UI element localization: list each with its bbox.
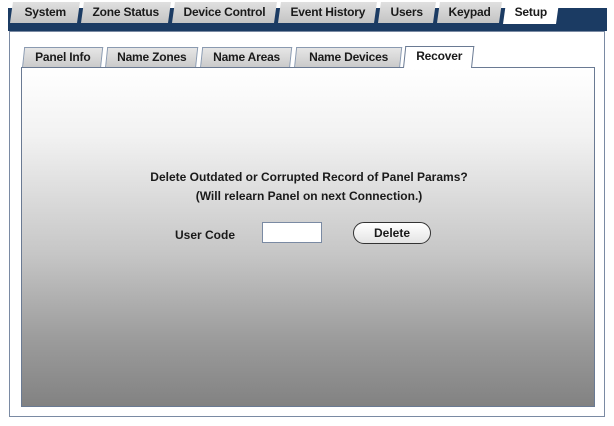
tab-zone-status[interactable]: Zone Status (81, 1, 172, 23)
tab-setup-label: Setup (514, 5, 548, 19)
user-code-input[interactable] (262, 222, 322, 243)
tab-device-control-label: Device Control (183, 5, 266, 19)
tab-panel-info-label: Panel Info (34, 50, 91, 64)
tab-system[interactable]: System (10, 1, 81, 23)
tab-users[interactable]: Users (378, 1, 437, 23)
tab-setup[interactable]: Setup (503, 1, 560, 24)
tab-users-label: Users (390, 5, 424, 19)
tab-name-zones[interactable]: Name Zones (105, 47, 199, 68)
tab-keypad[interactable]: Keypad (437, 1, 503, 23)
tab-device-control[interactable]: Device Control (172, 1, 278, 23)
tab-name-devices-label: Name Devices (308, 50, 388, 64)
tab-name-zones-label: Name Zones (116, 50, 187, 64)
tab-name-devices[interactable]: Name Devices (294, 47, 403, 68)
tab-event-history-label: Event History (290, 5, 365, 19)
tab-zone-status-label: Zone Status (92, 5, 160, 19)
tab-system-label: System (24, 5, 66, 19)
recover-message-line2: (Will relearn Panel on next Connection.) (195, 189, 423, 203)
user-code-label: User Code (175, 228, 236, 242)
tab-event-history[interactable]: Event History (278, 1, 378, 23)
recover-content: Delete Outdated or Corrupted Record of P… (21, 68, 595, 407)
recover-message-line1: Delete Outdated or Corrupted Record of P… (150, 170, 468, 184)
tab-panel-info[interactable]: Panel Info (22, 47, 104, 68)
tab-name-areas-label: Name Areas (212, 50, 280, 64)
tab-name-areas[interactable]: Name Areas (200, 47, 293, 68)
tab-keypad-label: Keypad (448, 5, 491, 19)
delete-button[interactable]: Delete (353, 222, 431, 244)
tab-recover[interactable]: Recover (403, 46, 475, 68)
tab-recover-label: Recover (415, 49, 462, 63)
